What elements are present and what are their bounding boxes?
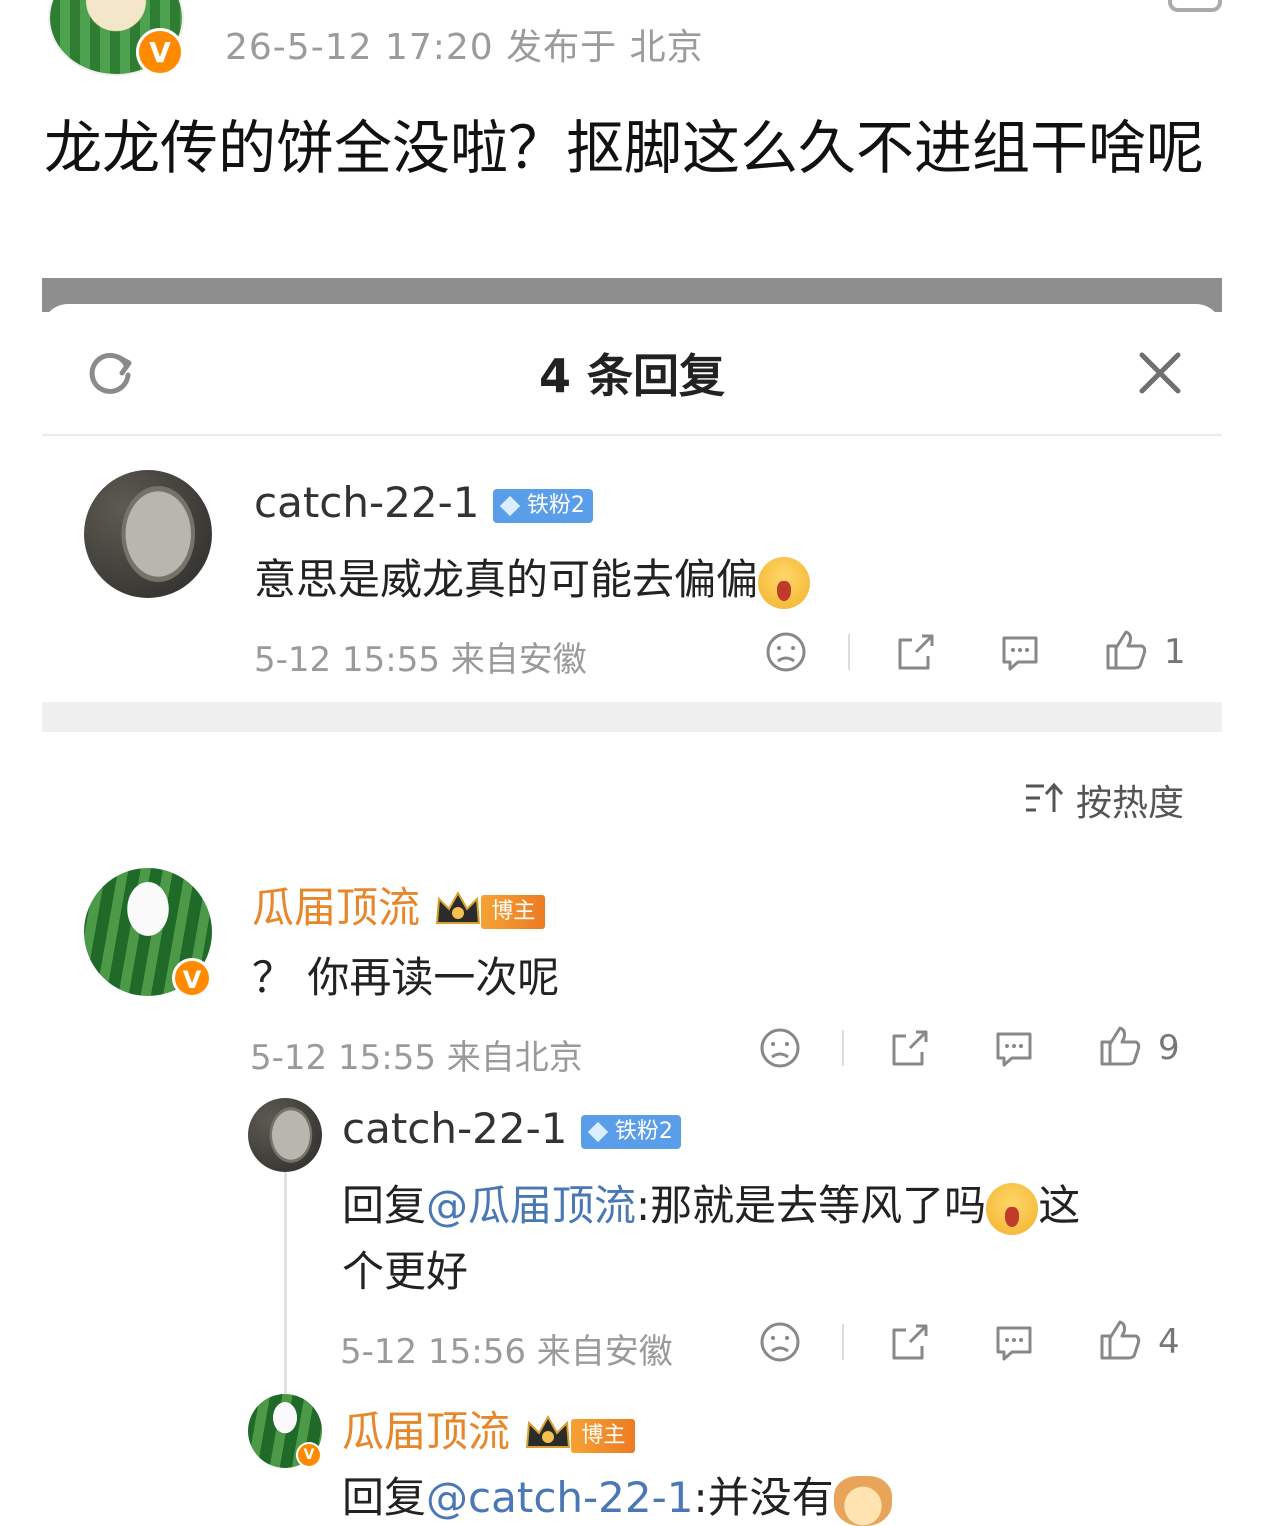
- thread-line: [284, 1170, 287, 1410]
- verified-badge-icon: V: [136, 28, 184, 76]
- share-icon[interactable]: [892, 628, 940, 676]
- crown-icon: [526, 1414, 571, 1448]
- dislike-face-icon[interactable]: [756, 1024, 804, 1072]
- comment-author[interactable]: catch-22-1 铁粉2: [342, 1104, 681, 1153]
- section-gap: [42, 702, 1222, 732]
- thumbs-up-icon[interactable]: [1102, 626, 1150, 674]
- diamond-icon: [587, 1121, 609, 1142]
- author-name: catch-22-1: [342, 1104, 568, 1153]
- avatar[interactable]: [84, 470, 212, 598]
- like-count: 9: [1158, 1028, 1180, 1068]
- reply-bubble-icon[interactable]: [990, 1318, 1038, 1366]
- divider: [42, 434, 1222, 436]
- dislike-face-icon[interactable]: [762, 628, 810, 676]
- author-name: catch-22-1: [254, 478, 480, 527]
- blogger-badge: 博主: [433, 890, 546, 929]
- thumbs-up-icon[interactable]: [1096, 1316, 1144, 1364]
- dislike-face-icon[interactable]: [756, 1318, 804, 1366]
- share-icon[interactable]: [886, 1024, 934, 1072]
- comment-meta: 5-12 15:56 来自安徽: [340, 1332, 673, 1372]
- comment-text-line2: 个更好: [342, 1247, 469, 1296]
- panel-title: 4 条回复: [538, 349, 726, 403]
- fan-badge: 铁粉2: [492, 488, 593, 523]
- sort-icon[interactable]: [1024, 780, 1064, 816]
- sort-by-hot-button[interactable]: 按热度: [1076, 774, 1184, 826]
- reply-bubble-icon[interactable]: [996, 628, 1044, 676]
- comment-author[interactable]: 瓜届顶流 博主: [342, 1398, 636, 1459]
- comment-meta: 5-12 15:55 来自北京: [250, 1038, 583, 1078]
- crown-icon: [436, 890, 481, 924]
- comment-text: ？ 你再读一次呢: [252, 953, 560, 1002]
- author-name: 瓜届顶流: [252, 883, 421, 932]
- dog-emoji-icon: [833, 1475, 892, 1526]
- avatar[interactable]: [248, 1098, 322, 1172]
- thumbs-up-icon[interactable]: [1096, 1022, 1144, 1070]
- comment-text: 回复@catch-22-1:并没有: [342, 1464, 892, 1526]
- comment-text: 回复@瓜届顶流:那就是去等风了吗这: [342, 1172, 1080, 1235]
- verified-badge-icon: V: [172, 958, 212, 998]
- laugh-emoji-icon: [986, 1182, 1039, 1235]
- blogger-badge: 博主: [523, 1414, 636, 1453]
- mention-link[interactable]: @瓜届顶流: [426, 1181, 636, 1230]
- like-count: 1: [1164, 632, 1186, 672]
- bookmark-icon[interactable]: [1168, 0, 1222, 12]
- post-meta: 26-5-12 17:20 发布于 北京: [225, 27, 704, 68]
- post-text: 龙龙传的饼全没啦？抠脚这么久不进组干啥呢: [44, 114, 1205, 182]
- divider: [842, 1324, 844, 1360]
- author-name: 瓜届顶流: [342, 1407, 511, 1456]
- verified-badge-icon: V: [296, 1442, 322, 1468]
- like-count: 4: [1158, 1322, 1180, 1362]
- divider: [842, 1030, 844, 1066]
- close-icon[interactable]: [1134, 347, 1186, 399]
- reply-bubble-icon[interactable]: [990, 1024, 1038, 1072]
- comment-author[interactable]: catch-22-1 铁粉2: [254, 478, 593, 527]
- laugh-emoji-icon: [758, 556, 811, 609]
- divider: [848, 634, 850, 670]
- diamond-icon: [499, 495, 521, 516]
- fan-badge: 铁粉2: [580, 1114, 681, 1149]
- comment-meta: 5-12 15:55 来自安徽: [254, 640, 587, 680]
- comment-author[interactable]: 瓜届顶流 博主: [252, 874, 546, 935]
- share-icon[interactable]: [886, 1318, 934, 1366]
- comment-text: 意思是威龙真的可能去偏偏: [254, 546, 811, 609]
